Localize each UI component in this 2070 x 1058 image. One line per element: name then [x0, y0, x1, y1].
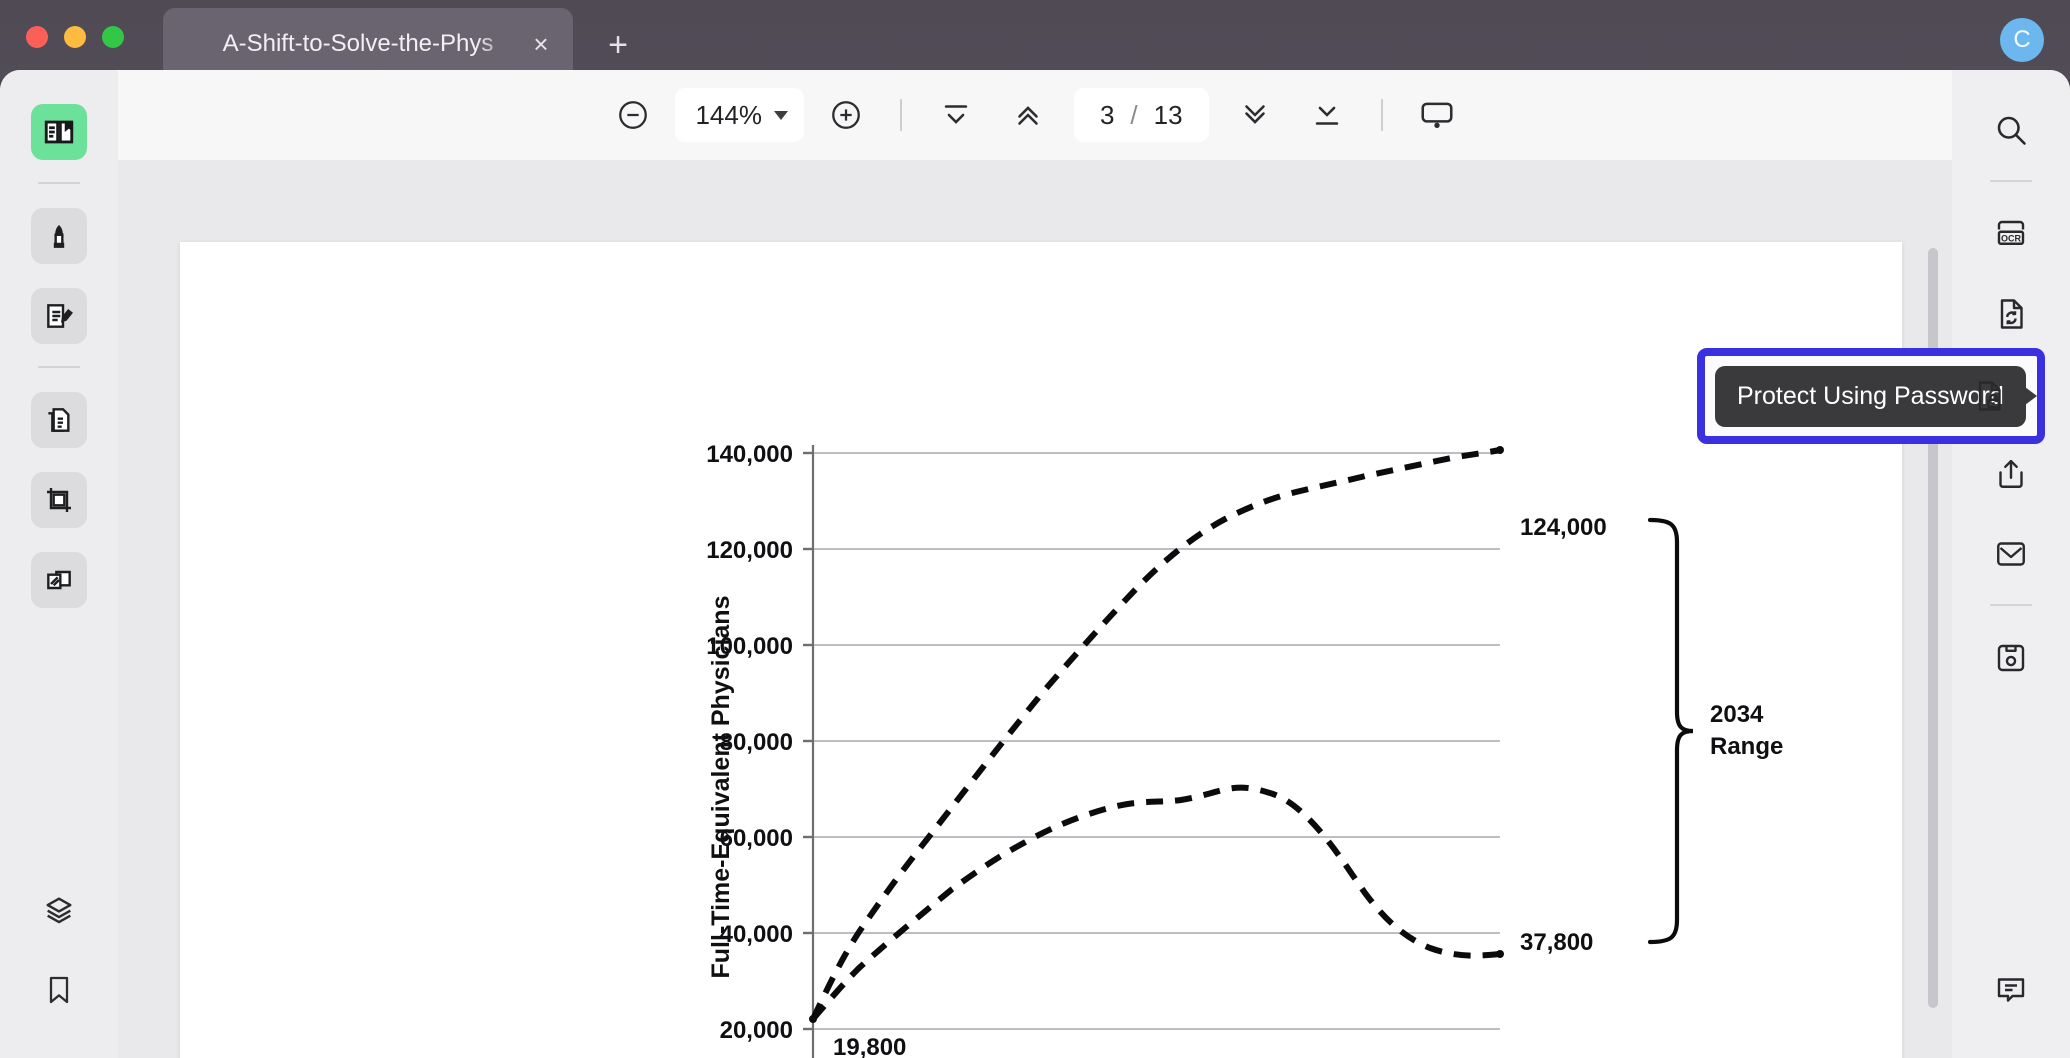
chart-gridlines [813, 452, 1500, 1030]
svg-text:140,000: 140,000 [706, 441, 793, 468]
presentation-mode-button[interactable] [1413, 91, 1461, 139]
minimize-window-button[interactable] [64, 26, 86, 48]
pages-icon [43, 404, 75, 436]
chart-annotation-start: 19,800 [833, 1034, 906, 1058]
comment-icon [1993, 972, 2029, 1008]
chart-axes [811, 445, 815, 1058]
bookmark-icon [43, 974, 75, 1006]
right-rail-divider-1 [1990, 180, 2032, 182]
ocr-icon: OCR [1993, 216, 2029, 252]
sidebar-item-share[interactable] [1983, 446, 2039, 502]
book-icon [42, 115, 76, 149]
page-separator: / [1130, 99, 1138, 130]
compare-icon [43, 564, 75, 596]
chart: 140,000 120,000 100,000 80,000 60,000 40… [180, 242, 1902, 1058]
chart-svg: 140,000 120,000 100,000 80,000 60,000 40… [706, 441, 1783, 1058]
svg-text:OCR: OCR [2001, 234, 2022, 244]
last-page-button[interactable] [1303, 91, 1351, 139]
protect-icon-slot[interactable] [1961, 368, 2017, 424]
sidebar-item-ocr[interactable]: OCR [1983, 206, 2039, 262]
chevron-down-icon [773, 110, 788, 120]
document-toolbar: 144% 3 / 13 [118, 70, 1952, 160]
sidebar-item-bookmarks[interactable] [31, 962, 87, 1018]
search-icon [1993, 112, 2029, 148]
chart-range-brace [1647, 517, 1694, 945]
first-page-button[interactable] [932, 91, 980, 139]
chart-range-label-line2: Range [1710, 733, 1783, 760]
chart-annotation-upper-end: 124,000 [1520, 514, 1607, 541]
sidebar-item-highlight-tool[interactable] [31, 208, 87, 264]
close-window-button[interactable] [26, 26, 48, 48]
chart-origin-point [809, 1015, 817, 1023]
chart-lower-end-point [1496, 950, 1504, 958]
toolbar-divider-2 [1380, 99, 1383, 131]
chart-upper-end-point [1496, 446, 1504, 454]
edit-document-icon [43, 300, 75, 332]
zoom-in-button[interactable] [822, 91, 870, 139]
sidebar-item-reader-mode[interactable] [31, 104, 87, 160]
crop-icon [43, 484, 75, 516]
convert-document-icon [1993, 296, 2029, 332]
document-lock-icon [1971, 378, 2007, 414]
chart-series-lower [810, 784, 1501, 1021]
sidebar-item-compare-tool[interactable] [31, 552, 87, 608]
sidebar-item-layers[interactable] [31, 882, 87, 938]
sidebar-item-convert[interactable] [1983, 286, 2039, 342]
right-toolbar: OCR Protect Using Password [1697, 70, 2070, 1058]
title-bar: A-Shift-to-Solve-the-Phys × + C [0, 0, 2070, 80]
close-tab-icon[interactable]: × [519, 22, 563, 66]
svg-text:20,000: 20,000 [720, 1017, 793, 1044]
maximize-window-button[interactable] [102, 26, 124, 48]
right-rail-divider-2 [1990, 604, 2032, 606]
sidebar-item-organize-pages[interactable] [31, 392, 87, 448]
pdf-page: 140,000 120,000 100,000 80,000 60,000 40… [180, 242, 1902, 1058]
avatar[interactable]: C [2000, 18, 2044, 62]
previous-page-button[interactable] [1004, 91, 1052, 139]
current-page-value[interactable]: 3 [1100, 100, 1114, 131]
chart-range-label-line1: 2034 [1710, 701, 1764, 728]
zoom-level-select[interactable]: 144% [675, 88, 804, 142]
highlighter-icon [43, 220, 75, 252]
chart-y-ticks [803, 451, 813, 1031]
document-canvas[interactable]: 140,000 120,000 100,000 80,000 60,000 40… [118, 160, 1952, 1058]
new-tab-icon[interactable]: + [595, 22, 641, 68]
sidebar-item-save[interactable] [1983, 630, 2039, 686]
svg-text:120,000: 120,000 [706, 537, 793, 564]
layers-icon [42, 893, 76, 927]
share-icon [1993, 456, 2029, 492]
zoom-level-value: 144% [695, 99, 762, 130]
total-pages-value: 13 [1153, 99, 1183, 130]
sidebar-item-email[interactable] [1983, 526, 2039, 582]
save-icon [1993, 640, 2029, 676]
chart-y-axis-title: Full-Time-Equivalent Physicians [707, 596, 735, 979]
sidebar-item-protect-using-password[interactable]: Protect Using Password [1697, 348, 2045, 444]
chart-annotation-lower-end: 37,800 [1520, 929, 1593, 956]
sidebar-item-comments[interactable] [1983, 962, 2039, 1018]
tab-title: A-Shift-to-Solve-the-Phys [222, 30, 494, 57]
sidebar-item-crop-tool[interactable] [31, 472, 87, 528]
app-shell: 144% 3 / 13 140,000 120,000 100,000 80,0… [0, 70, 2070, 1058]
rail-divider [38, 182, 80, 184]
toolbar-divider-1 [899, 99, 902, 131]
sidebar-item-edit-tool[interactable] [31, 288, 87, 344]
zoom-out-button[interactable] [609, 91, 657, 139]
application-window: A-Shift-to-Solve-the-Phys × + C 144% 3 /… [0, 0, 2070, 1058]
mail-icon [1993, 536, 2029, 572]
rail-divider-2 [38, 366, 80, 368]
protect-highlight-box: Protect Using Password [1697, 348, 2045, 444]
next-page-button[interactable] [1231, 91, 1279, 139]
sidebar-item-search[interactable] [1983, 102, 2039, 158]
left-toolbar [0, 70, 118, 1058]
window-controls [26, 26, 124, 48]
page-number-field[interactable]: 3 / 13 [1073, 88, 1209, 142]
